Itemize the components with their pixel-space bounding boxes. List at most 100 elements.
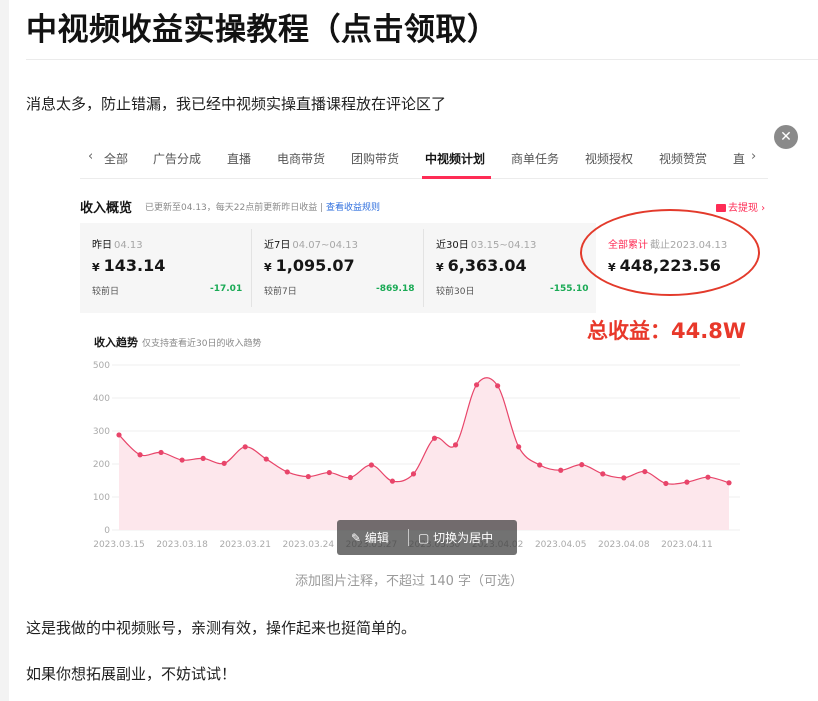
withdraw-label: 去提现 › — [728, 203, 766, 214]
embedded-image[interactable]: ‹ 全部 广告分成 直播 电商带货 团购带货 中视频计划 商单任务 视频授权 视… — [80, 137, 768, 561]
toolbar-divider — [408, 529, 409, 546]
card-label: 昨日 — [92, 240, 112, 251]
center-align-button[interactable]: ▢ 切换为居中 — [418, 529, 493, 546]
y-tick-label: 100 — [93, 493, 110, 503]
tab-video-tip[interactable]: 视频赞赏 — [659, 150, 707, 167]
left-margin-rule — [0, 0, 9, 701]
total-revenue-annotation: 总收益：44.8W — [587, 319, 746, 343]
y-tick-label: 500 — [93, 361, 110, 371]
tab-commission[interactable]: 商单任务 — [511, 150, 559, 167]
tab-ecommerce[interactable]: 电商带货 — [277, 150, 325, 167]
center-align-label: 切换为居中 — [433, 531, 494, 545]
data-point — [410, 471, 417, 477]
paragraph-intro: 消息太多，防止错漏，我已经中视频实操直播课程放在评论区了 — [26, 95, 447, 113]
card-date: 04.07~04.13 — [292, 240, 359, 251]
active-tab-indicator — [422, 176, 491, 179]
highlight-circle — [580, 209, 760, 296]
data-point — [495, 383, 501, 389]
currency-symbol: ¥ — [436, 261, 444, 274]
data-point — [663, 480, 669, 487]
data-point — [221, 460, 227, 466]
currency-symbol: ¥ — [264, 261, 272, 274]
tab-ad-share[interactable]: 广告分成 — [153, 150, 201, 167]
x-tick-label: 2023.04.11 — [661, 540, 713, 550]
trend-note: 仅支持查看近30日的收入趋势 — [142, 339, 262, 349]
card-last-7-days: 近7日 04.07~04.13 ¥1,095.07 较前7日 -869.18 — [252, 223, 423, 313]
data-point — [389, 478, 396, 484]
y-tick-label: 0 — [104, 526, 110, 536]
data-point — [368, 462, 375, 468]
tab-live[interactable]: 直播 — [227, 150, 251, 167]
tab-more[interactable]: 直 — [733, 150, 745, 167]
data-point — [431, 435, 438, 441]
x-tick-label: 2023.03.15 — [93, 540, 145, 550]
paragraph-cta: 如果你想拓展副业，不妨试试！ — [26, 665, 237, 683]
tab-group-buy[interactable]: 团购带货 — [351, 150, 399, 167]
withdraw-link[interactable]: 去提现 › — [716, 199, 765, 214]
card-date: 03.15~04.13 — [470, 240, 537, 251]
data-point — [516, 444, 522, 450]
image-caption-input[interactable]: 添加图片注释，不超过 140 字（可选） — [0, 570, 818, 589]
y-tick-label: 200 — [93, 460, 110, 470]
data-point — [305, 473, 311, 480]
paragraph-account: 这是我做的中视频账号，亲测有效，操作起来也挺简单的。 — [26, 619, 417, 637]
image-toolbar: ✎ 编辑 ▢ 切换为居中 — [337, 520, 517, 555]
tab-bar: ‹ 全部 广告分成 直播 电商带货 团购带货 中视频计划 商单任务 视频授权 视… — [80, 137, 768, 179]
x-tick-label: 2023.04.08 — [598, 540, 650, 550]
x-tick-label: 2023.04.05 — [535, 540, 587, 550]
chevron-right-icon[interactable]: › — [751, 149, 756, 164]
card-compare-label: 较前30日 — [436, 287, 475, 297]
card-delta: -155.10 — [550, 284, 589, 294]
card-value: 6,363.04 — [447, 256, 527, 275]
data-point — [263, 456, 269, 462]
chevron-left-icon[interactable]: ‹ — [88, 149, 93, 164]
overview-note: 已更新至04.13，每天22点前更新昨日收益 | 查看收益规则 — [145, 200, 380, 213]
card-last-30-days: 近30日 03.15~04.13 ¥6,363.04 较前30日 -155.10 — [424, 223, 595, 313]
card-label: 近30日 — [436, 240, 469, 251]
data-point — [558, 467, 564, 473]
data-point — [600, 471, 606, 477]
data-point — [326, 469, 332, 476]
data-point — [347, 474, 353, 481]
data-point — [179, 457, 185, 463]
card-delta: -17.01 — [210, 284, 243, 294]
data-point — [579, 462, 585, 468]
data-point — [158, 449, 164, 456]
data-point — [452, 442, 459, 448]
y-tick-label: 400 — [93, 394, 110, 404]
tab-video-license[interactable]: 视频授权 — [585, 150, 633, 167]
tab-mid-video[interactable]: 中视频计划 — [425, 150, 485, 167]
trend-title: 收入趋势 — [94, 336, 138, 349]
currency-symbol: ¥ — [92, 261, 100, 274]
data-point — [473, 382, 480, 388]
close-icon[interactable]: ✕ — [774, 125, 798, 149]
wallet-icon — [716, 204, 726, 212]
card-compare-label: 较前日 — [92, 287, 120, 297]
data-point — [621, 475, 627, 481]
card-value: 143.14 — [103, 256, 166, 275]
title-divider — [26, 59, 818, 60]
x-tick-label: 2023.03.18 — [156, 540, 208, 550]
card-date: 04.13 — [114, 240, 143, 251]
data-point — [537, 462, 543, 468]
data-point — [116, 432, 122, 438]
card-compare-label: 较前7日 — [264, 287, 297, 297]
data-point — [137, 452, 143, 458]
edit-button[interactable]: ✎ 编辑 — [351, 529, 389, 546]
y-tick-label: 300 — [93, 427, 110, 437]
data-point — [200, 455, 206, 461]
tab-all[interactable]: 全部 — [104, 150, 128, 167]
revenue-rules-link[interactable]: 查看收益规则 — [326, 203, 380, 213]
overview-title: 收入概览 — [80, 201, 133, 216]
data-point — [726, 480, 732, 486]
data-point — [684, 479, 690, 485]
overview-note-text: 已更新至04.13，每天22点前更新昨日收益 | — [145, 203, 326, 213]
card-label: 近7日 — [264, 240, 291, 251]
data-point — [642, 468, 648, 475]
edit-label: 编辑 — [364, 531, 389, 545]
x-tick-label: 2023.03.24 — [283, 540, 335, 550]
data-point — [705, 474, 711, 480]
x-tick-label: 2023.03.21 — [219, 540, 271, 550]
data-point — [242, 444, 248, 450]
card-value: 1,095.07 — [275, 256, 355, 275]
